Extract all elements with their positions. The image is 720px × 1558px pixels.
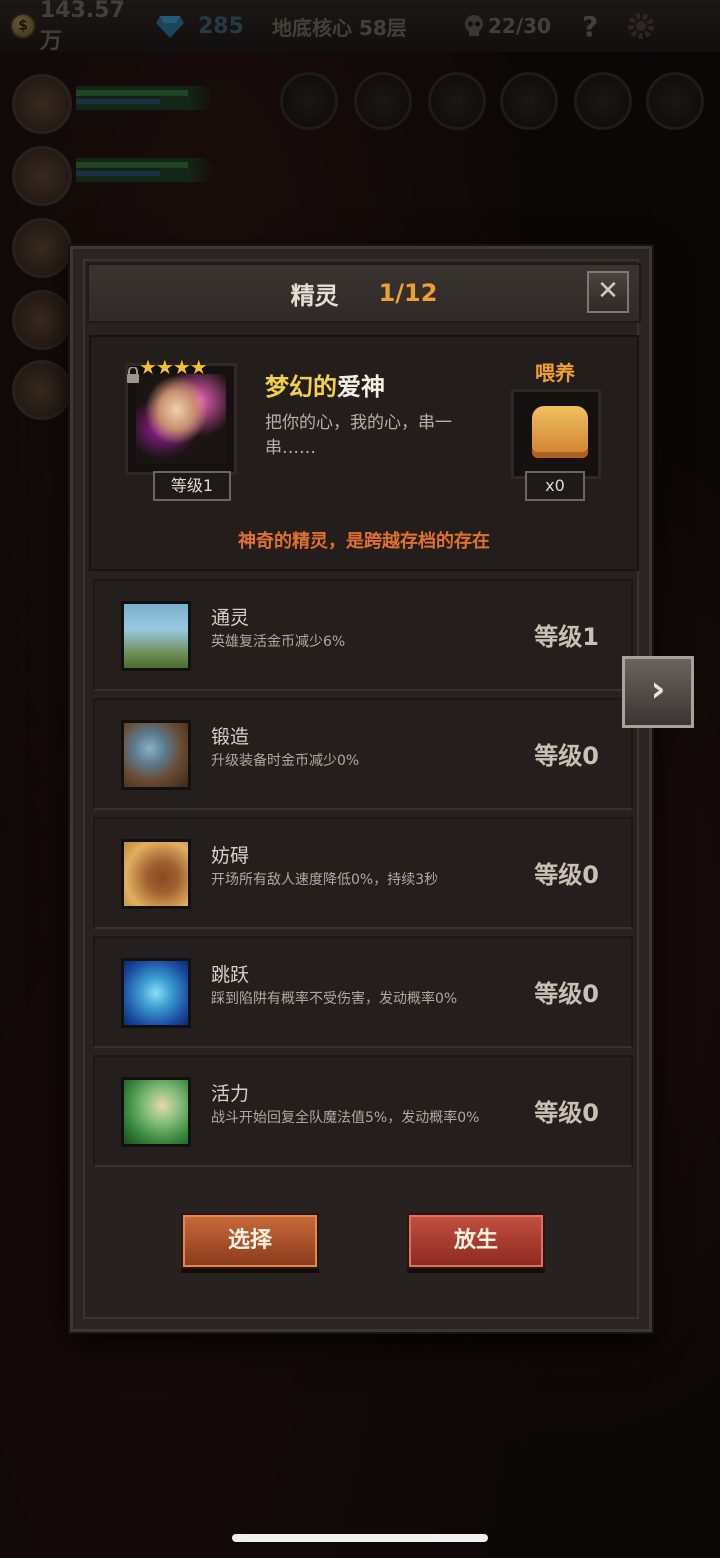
- sprite-tagline: 神奇的精灵，是跨越存档的存在: [238, 531, 490, 552]
- skill-row[interactable]: 通灵 英雄复活金币减少6% 等级1: [93, 579, 633, 691]
- skill-desc: 开场所有敌人速度降低0%，持续3秒: [211, 872, 439, 888]
- sprite-dialog: 精灵 1/12 ✕ ★★★★ 等级1 梦幻的爱神 把你的心，我的心，串一串…… …: [70, 246, 652, 1332]
- sprite-portrait[interactable]: [125, 363, 237, 475]
- vitality-icon: [121, 1077, 191, 1147]
- sprite-info-panel: ★★★★ 等级1 梦幻的爱神 把你的心，我的心，串一串…… 喂养 x0 神奇的精…: [89, 335, 639, 571]
- skill-name: 活力: [211, 1083, 250, 1105]
- skill-desc: 踩到陷阱有概率不受伤害，发动概率0%: [211, 991, 458, 1007]
- skill-level: 等级0: [534, 742, 599, 770]
- feed-label: 喂养: [535, 361, 575, 385]
- chained-boot-icon: [121, 839, 191, 909]
- select-button[interactable]: 选择: [181, 1213, 319, 1269]
- skill-desc: 战斗开始回复全队魔法值5%，发动概率0%: [211, 1110, 480, 1126]
- skill-name: 锻造: [211, 726, 250, 748]
- next-sprite-arrow-icon[interactable]: ›: [622, 656, 694, 728]
- feed-button[interactable]: [511, 389, 601, 479]
- lock-icon[interactable]: [125, 367, 141, 383]
- cupid-sprite-image: [136, 374, 226, 464]
- skill-level: 等级0: [534, 1099, 599, 1127]
- star-rating: ★★★★: [139, 355, 208, 379]
- skill-desc: 英雄复活金币减少6%: [211, 634, 346, 650]
- sprite-level: 等级1: [153, 471, 231, 501]
- sprite-description: 把你的心，我的心，串一串……: [265, 413, 452, 458]
- tombstone-icon: [121, 601, 191, 671]
- skill-name: 跳跃: [211, 964, 250, 986]
- skill-name: 妨碍: [211, 845, 250, 867]
- skill-row[interactable]: 妨碍 开场所有敌人速度降低0%，持续3秒 等级0: [93, 817, 633, 929]
- dialog-title: 精灵: [290, 281, 339, 310]
- leap-icon: [121, 958, 191, 1028]
- skill-level: 等级0: [534, 980, 599, 1008]
- bread-icon: [532, 406, 588, 458]
- skill-row[interactable]: 锻造 升级装备时金币减少0% 等级0: [93, 698, 633, 810]
- page-indicator: 1/12: [378, 279, 438, 307]
- skill-list: 通灵 英雄复活金币减少6% 等级1 锻造 升级装备时金币减少0% 等级0 妨碍 …: [93, 579, 633, 1174]
- sprite-name-prefix: 梦幻的: [265, 373, 337, 401]
- sprite-name: 梦幻的爱神: [265, 367, 385, 402]
- dialog-title-bar: 精灵 1/12: [87, 263, 641, 323]
- skill-level: 等级0: [534, 861, 599, 889]
- close-button[interactable]: ✕: [587, 271, 629, 313]
- sprite-name-suffix: 爱神: [337, 373, 385, 401]
- bread-count: x0: [525, 471, 585, 501]
- hammer-icon: [121, 720, 191, 790]
- skill-level: 等级1: [534, 623, 599, 651]
- release-button[interactable]: 放生: [407, 1213, 545, 1269]
- skill-desc: 升级装备时金币减少0%: [211, 753, 360, 769]
- home-indicator[interactable]: [232, 1534, 488, 1542]
- skill-row[interactable]: 活力 战斗开始回复全队魔法值5%，发动概率0% 等级0: [93, 1055, 633, 1167]
- skill-name: 通灵: [211, 607, 250, 629]
- skill-row[interactable]: 跳跃 踩到陷阱有概率不受伤害，发动概率0% 等级0: [93, 936, 633, 1048]
